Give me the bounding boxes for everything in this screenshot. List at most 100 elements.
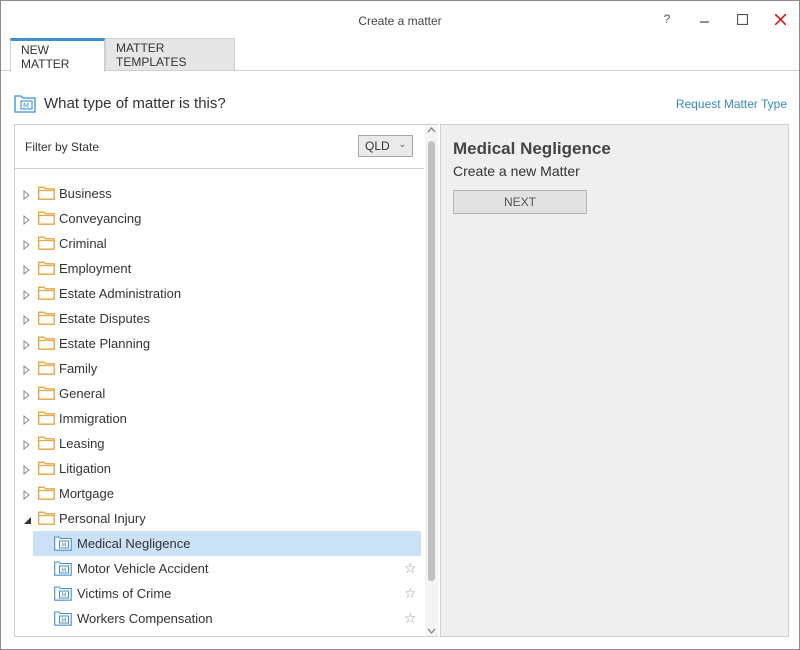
close-icon xyxy=(774,13,786,25)
tree-category-label: Criminal xyxy=(59,236,107,251)
collapsed-arrow-icon[interactable] xyxy=(23,238,31,251)
state-select-value: QLD xyxy=(365,139,390,153)
minimize-icon xyxy=(700,21,709,23)
close-button[interactable] xyxy=(765,7,795,31)
scroll-up-icon[interactable] xyxy=(427,127,436,133)
tree-category-label: Personal Injury xyxy=(59,511,146,526)
tree-category-item[interactable]: Mortgage xyxy=(15,481,424,506)
folder-icon xyxy=(38,236,55,253)
svg-text:M: M xyxy=(61,567,66,574)
scrollbar[interactable] xyxy=(425,125,438,636)
tree-category-item[interactable]: Family xyxy=(15,356,424,381)
create-matter-window: Create a matter ? NEW MATTER MATTER TEMP… xyxy=(0,0,800,650)
tree-matter-type-label: Medical Negligence xyxy=(77,536,191,551)
matter-icon: M xyxy=(54,586,72,604)
title-bar: Create a matter ? xyxy=(1,1,799,37)
scroll-down-icon[interactable] xyxy=(427,628,436,634)
favorite-star-icon[interactable]: ☆ xyxy=(404,585,417,602)
tree-category-label: Business xyxy=(59,186,112,201)
maximize-button[interactable] xyxy=(727,7,757,31)
tab-divider xyxy=(1,70,799,71)
tree-matter-type-item[interactable]: M Medical Negligence xyxy=(33,531,421,556)
folder-icon xyxy=(38,286,55,303)
minimize-button[interactable] xyxy=(690,7,720,31)
expanded-arrow-icon[interactable] xyxy=(23,513,31,524)
folder-icon xyxy=(38,461,55,478)
collapsed-arrow-icon[interactable] xyxy=(23,338,31,351)
collapsed-arrow-icon[interactable] xyxy=(23,413,31,426)
tree-category-label: Litigation xyxy=(59,461,112,476)
collapsed-arrow-icon[interactable] xyxy=(23,188,31,201)
filter-row: Filter by State QLD ⌄ xyxy=(15,125,424,169)
tree-category-label: General xyxy=(59,386,106,401)
tab-matter-templates[interactable]: MATTER TEMPLATES xyxy=(105,38,235,71)
folder-icon xyxy=(38,511,55,528)
scroll-thumb[interactable] xyxy=(428,141,435,581)
tree-category-label: Leasing xyxy=(59,436,105,451)
question-heading: What type of matter is this? xyxy=(44,95,226,112)
tree-category-item[interactable]: Estate Planning xyxy=(15,331,424,356)
tab-bar: NEW MATTER MATTER TEMPLATES xyxy=(10,38,235,72)
folder-icon xyxy=(38,486,55,503)
tree-category-item[interactable]: Conveyancing xyxy=(15,206,424,231)
collapsed-arrow-icon[interactable] xyxy=(23,463,31,476)
matter-icon: M xyxy=(14,95,36,113)
matter-icon: M xyxy=(54,561,72,579)
matter-icon: M xyxy=(54,536,72,554)
collapsed-arrow-icon[interactable] xyxy=(23,363,31,376)
tree-category-item[interactable]: Estate Disputes xyxy=(15,306,424,331)
folder-icon xyxy=(38,311,55,328)
tree-matter-type-item[interactable]: M Workers Compensation ☆ xyxy=(15,606,424,631)
tree-category-item[interactable]: Immigration xyxy=(15,406,424,431)
collapsed-arrow-icon[interactable] xyxy=(23,263,31,276)
tree-category-item[interactable]: Personal Injury xyxy=(15,506,424,531)
svg-text:M: M xyxy=(61,617,66,624)
folder-icon xyxy=(38,411,55,428)
svg-text:M: M xyxy=(61,542,66,549)
tree-category-item[interactable]: Business xyxy=(15,181,424,206)
collapsed-arrow-icon[interactable] xyxy=(23,313,31,326)
tree-category-label: Estate Administration xyxy=(59,286,182,301)
tree-category-label: Employment xyxy=(59,261,132,276)
request-matter-type-link[interactable]: Request Matter Type xyxy=(676,97,787,111)
state-select[interactable]: QLD ⌄ xyxy=(358,135,413,157)
tree-category-item[interactable]: Estate Administration xyxy=(15,281,424,306)
chevron-down-icon: ⌄ xyxy=(398,139,406,149)
tree-category-item[interactable]: Litigation xyxy=(15,456,424,481)
tree-category-label: Estate Disputes xyxy=(59,311,151,326)
tree-category-label: Family xyxy=(59,361,98,376)
tree-category-item[interactable]: Employment xyxy=(15,256,424,281)
matter-type-tree: Business Conveyancing Criminal Employment Es… xyxy=(15,181,424,631)
collapsed-arrow-icon[interactable] xyxy=(23,388,31,401)
tree-category-label: Mortgage xyxy=(59,486,114,501)
next-button[interactable]: NEXT xyxy=(453,190,587,214)
tab-new-matter[interactable]: NEW MATTER xyxy=(10,38,105,72)
tree-category-label: Estate Planning xyxy=(59,336,151,351)
favorite-star-icon[interactable]: ☆ xyxy=(404,610,417,627)
collapsed-arrow-icon[interactable] xyxy=(23,488,31,501)
folder-icon xyxy=(38,361,55,378)
folder-icon xyxy=(38,386,55,403)
folder-icon xyxy=(38,211,55,228)
help-button[interactable]: ? xyxy=(652,7,682,31)
tree-category-item[interactable]: Criminal xyxy=(15,231,424,256)
tree-category-item[interactable]: General xyxy=(15,381,424,406)
tree-matter-type-item[interactable]: M Motor Vehicle Accident ☆ xyxy=(15,556,424,581)
collapsed-arrow-icon[interactable] xyxy=(23,438,31,451)
collapsed-arrow-icon[interactable] xyxy=(23,288,31,301)
favorite-star-icon[interactable]: ☆ xyxy=(404,560,417,577)
maximize-icon xyxy=(736,13,748,25)
tree-matter-type-label: Motor Vehicle Accident xyxy=(77,561,209,576)
tree-category-item[interactable]: Leasing xyxy=(15,431,424,456)
folder-icon xyxy=(38,336,55,353)
tree-matter-type-label: Victims of Crime xyxy=(77,586,172,601)
collapsed-arrow-icon[interactable] xyxy=(23,213,31,226)
svg-text:M: M xyxy=(61,592,66,599)
tree-category-label: Conveyancing xyxy=(59,211,142,226)
folder-icon xyxy=(38,186,55,203)
detail-subtitle: Create a new Matter xyxy=(453,163,580,179)
filter-label: Filter by State xyxy=(25,140,100,154)
tree-matter-type-item[interactable]: M Victims of Crime ☆ xyxy=(15,581,424,606)
folder-icon xyxy=(38,436,55,453)
svg-text:M: M xyxy=(23,102,29,110)
